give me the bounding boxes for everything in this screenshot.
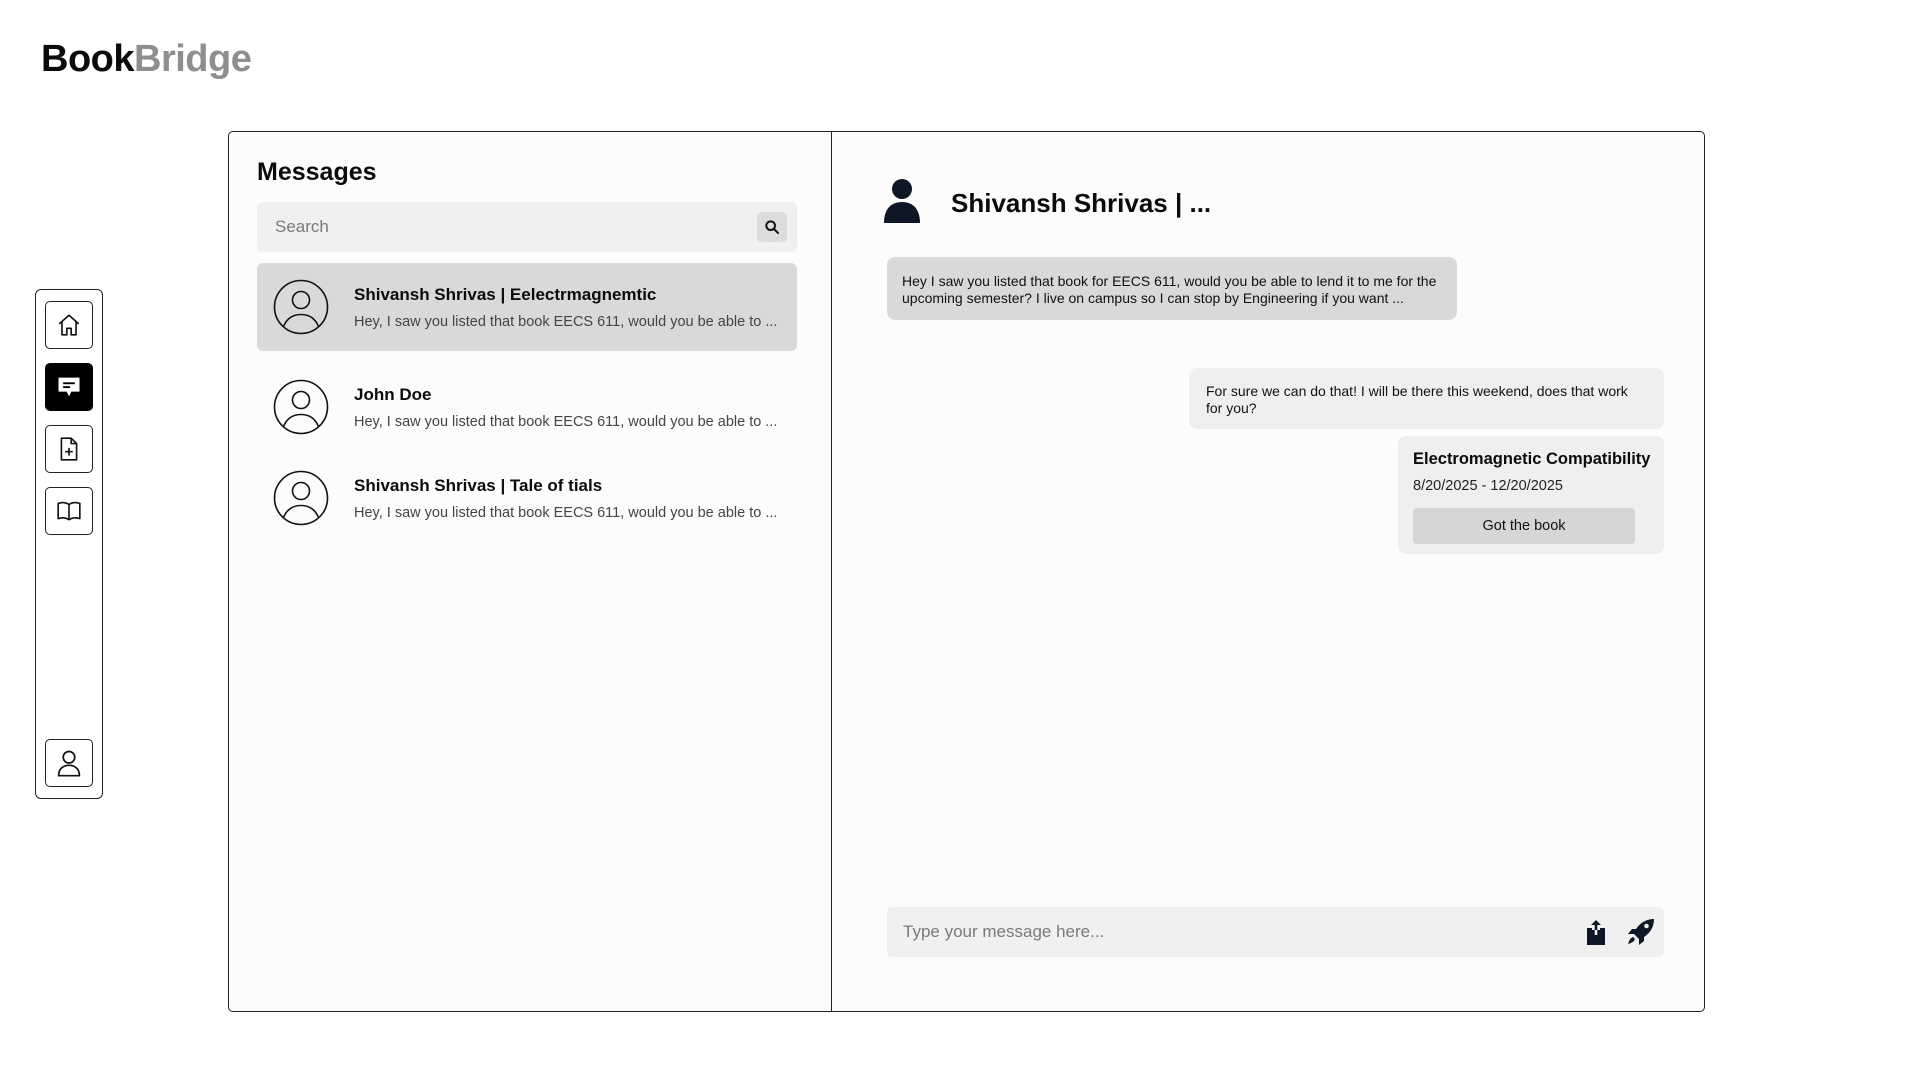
conversation-name: Shivansh Shrivas | Eelectrmagnemtic — [354, 285, 657, 304]
page-title: Messages — [257, 158, 377, 186]
app-logo: BookBridge — [41, 38, 252, 81]
message-composer — [887, 907, 1664, 957]
messages-window: Messages Shivansh Shrivas | Eelectrmagne… — [228, 131, 1705, 1012]
profile-button[interactable] — [45, 739, 93, 787]
conversation-list-pane: Messages Shivansh Shrivas | Eelectrmagne… — [229, 132, 832, 1011]
message-bubble-incoming: Hey I saw you listed that book for EECS … — [887, 257, 1457, 320]
conversation-item[interactable]: Shivansh Shrivas | Eelectrmagnemtic Hey,… — [257, 263, 797, 351]
conversation-preview: Hey, I saw you listed that book EECS 611… — [354, 414, 778, 430]
user-icon — [884, 179, 920, 223]
chat-icon — [58, 377, 80, 397]
user-icon — [57, 750, 81, 777]
sidebar-item-home[interactable] — [45, 301, 93, 349]
search-button[interactable] — [757, 212, 787, 242]
book-dates: 8/20/2025 - 12/20/2025 — [1413, 478, 1563, 494]
sidebar-nav — [35, 289, 103, 799]
avatar-icon — [273, 279, 329, 335]
search-input[interactable] — [257, 202, 737, 252]
search-icon — [765, 220, 779, 234]
sidebar-item-library[interactable] — [45, 487, 93, 535]
conversation-item[interactable]: Shivansh Shrivas | Tale of tials Hey, I … — [257, 454, 797, 542]
message-bubble-outgoing: For sure we can do that! I will be there… — [1189, 368, 1664, 429]
message-input[interactable] — [887, 907, 1547, 957]
rocket-icon — [1628, 919, 1654, 945]
avatar-icon — [273, 470, 329, 526]
book-open-icon — [57, 501, 81, 521]
chat-pane: Shivansh Shrivas | ... Hey I saw you lis… — [833, 132, 1704, 1011]
logo-text-bridge: Bridge — [134, 38, 252, 80]
send-button[interactable] — [1625, 917, 1657, 947]
conversation-name: Shivansh Shrivas | Tale of tials — [354, 476, 603, 495]
sidebar-item-messages[interactable] — [45, 363, 93, 411]
book-title: Electromagnetic Compatibility — [1413, 450, 1651, 468]
book-card: Electromagnetic Compatibility 8/20/2025 … — [1398, 436, 1664, 554]
chat-title: Shivansh Shrivas | ... — [951, 188, 1212, 218]
file-plus-icon — [60, 437, 78, 461]
got-the-book-button[interactable]: Got the book — [1413, 508, 1635, 544]
share-button[interactable] — [1582, 918, 1610, 946]
logo-text-book: Book — [41, 38, 135, 80]
conversation-item[interactable]: John Doe Hey, I saw you listed that book… — [257, 363, 797, 451]
search-bar — [257, 202, 797, 252]
share-icon — [1587, 919, 1605, 945]
conversation-name: John Doe — [354, 385, 432, 404]
conversation-preview: Hey, I saw you listed that book EECS 611… — [354, 314, 778, 330]
home-icon — [58, 314, 80, 336]
sidebar-item-new-listing[interactable] — [45, 425, 93, 473]
conversation-preview: Hey, I saw you listed that book EECS 611… — [354, 505, 778, 521]
avatar-icon — [273, 379, 329, 435]
